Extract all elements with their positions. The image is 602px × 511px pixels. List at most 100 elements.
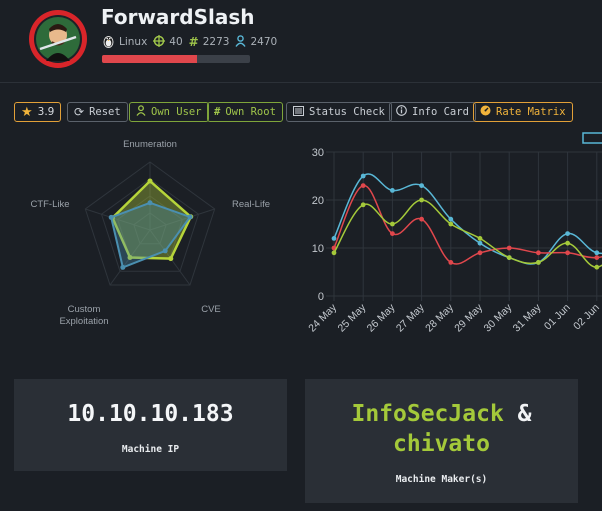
series-point <box>536 260 541 265</box>
series-point <box>565 250 570 256</box>
series-point <box>477 240 483 246</box>
legend-swatch <box>582 132 602 144</box>
own-root-label: Own Root <box>225 106 276 118</box>
linux-icon <box>102 34 115 51</box>
rate-matrix-icon <box>480 105 491 119</box>
machine-ip-label: Machine IP <box>121 444 180 455</box>
rate-matrix-radar: Enumeration Real-Life CVE Custom Exploitatio… <box>30 139 270 327</box>
header-divider <box>0 82 602 83</box>
user-icon <box>235 34 247 50</box>
series-point <box>390 231 395 236</box>
user-icon <box>136 105 146 119</box>
series-point <box>419 183 424 188</box>
maker-chivato-link[interactable]: chivato <box>305 431 578 457</box>
maker-line-1: InfoSecJack & <box>305 401 578 427</box>
radar-point <box>120 264 126 270</box>
series-point <box>565 240 570 246</box>
machine-avatar <box>28 9 88 69</box>
own-user-button[interactable]: Own User <box>129 102 209 122</box>
radar-point <box>147 178 153 184</box>
hash-icon: # <box>188 35 199 49</box>
machine-meta: Linux 40 # 2273 2470 <box>102 34 283 50</box>
series-point <box>331 250 337 256</box>
radar-point <box>168 256 174 262</box>
series-point <box>390 221 395 227</box>
radar-axis-label: Custom Exploitation <box>59 304 108 327</box>
series-point <box>331 236 337 241</box>
x-tick-label: 26 May <box>365 301 398 334</box>
series-line <box>333 184 602 265</box>
maker-ampersand: & <box>517 401 532 427</box>
series-point <box>448 216 454 222</box>
points-value: 40 <box>169 36 183 48</box>
radar-point <box>108 214 114 220</box>
series-point <box>477 236 483 241</box>
radar-axis-label: Enumeration <box>123 139 177 150</box>
radar-point <box>162 248 168 254</box>
x-tick-label: 30 May <box>481 301 514 334</box>
x-tick-label: 31 May <box>511 301 544 334</box>
rate-matrix-label: Rate Matrix <box>496 106 566 118</box>
series-point <box>448 260 454 265</box>
x-tick-label: 25 May <box>335 301 368 334</box>
info-card-button[interactable]: Info Card <box>389 102 476 122</box>
reset-label: Reset <box>89 106 121 118</box>
series-point <box>536 250 541 256</box>
y-tick-label: 20 <box>312 195 324 207</box>
series-point <box>594 250 600 256</box>
maker-infosecjack-link[interactable]: InfoSecJack <box>351 401 503 427</box>
y-tick-label: 0 <box>318 291 324 303</box>
series-point <box>360 183 366 188</box>
own-user-label: Own User <box>151 106 202 118</box>
series-point <box>419 197 424 203</box>
status-check-button[interactable]: Status Check <box>286 102 392 122</box>
machine-name: ForwardSlash <box>101 5 255 29</box>
star-icon: ★ <box>21 104 33 120</box>
radar-axis-label: CVE <box>201 304 221 315</box>
series-point <box>477 250 483 256</box>
rating-button[interactable]: ★ 3.9 <box>14 102 62 122</box>
series-point <box>419 216 424 222</box>
list-icon <box>293 105 304 119</box>
machine-makers-card: InfoSecJack & chivato Machine Maker(s) <box>305 379 578 503</box>
target-icon <box>153 34 166 50</box>
x-tick-label: 28 May <box>423 301 456 334</box>
health-bar <box>102 55 250 63</box>
x-tick-label: 27 May <box>394 301 427 334</box>
user-owns-value: 2273 <box>202 36 230 48</box>
series-point <box>594 264 600 270</box>
radar-axis-label: Real-Life <box>232 199 270 210</box>
info-icon <box>396 105 407 119</box>
series-point <box>390 188 395 193</box>
series-point <box>594 255 600 260</box>
refresh-icon: ⟳ <box>74 105 85 119</box>
series-point <box>448 221 454 227</box>
series-point <box>360 173 366 179</box>
y-tick-label: 30 <box>312 147 324 159</box>
radar-point <box>147 200 153 206</box>
owns-line-chart: 0 10 20 30 24 May25 May26 May27 May28 May29 … <box>306 132 602 334</box>
rate-matrix-button[interactable]: Rate Matrix <box>473 102 573 122</box>
os-label: Linux <box>119 36 148 48</box>
series-point <box>506 245 512 251</box>
info-card-label: Info Card <box>412 106 469 118</box>
series-point <box>360 202 366 208</box>
radar-point <box>187 214 193 220</box>
x-tick-label: 24 May <box>306 301 339 334</box>
status-check-label: Status Check <box>309 106 385 118</box>
reset-button[interactable]: ⟳ Reset <box>67 102 128 122</box>
series-point <box>506 255 512 260</box>
rating-value: 3.9 <box>37 106 55 118</box>
y-tick-label: 10 <box>312 243 324 255</box>
hash-icon: # <box>214 106 221 118</box>
health-bar-fill <box>102 55 197 63</box>
root-owns-value: 2470 <box>250 36 278 48</box>
machine-ip-value: 10.10.10.183 <box>67 401 234 427</box>
x-tick-label: 01 Jun <box>542 302 573 333</box>
own-root-button[interactable]: # Own Root <box>207 102 283 122</box>
x-tick-label: 29 May <box>452 301 485 334</box>
radar-axis-label: CTF-Like <box>30 199 69 210</box>
x-tick-label: 02 Jun <box>571 302 602 333</box>
series-point <box>565 231 570 236</box>
series-line <box>333 173 602 265</box>
